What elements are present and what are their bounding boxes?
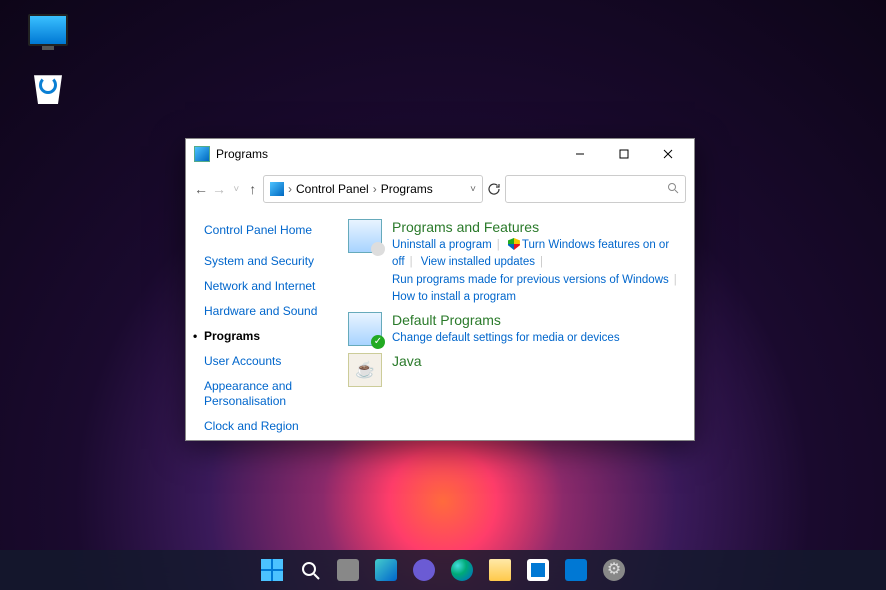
- link-compatibility[interactable]: Run programs made for previous versions …: [392, 274, 669, 286]
- refresh-button[interactable]: [487, 175, 501, 203]
- chevron-right-icon: ›: [288, 182, 292, 196]
- taskbar-store[interactable]: [520, 552, 556, 588]
- taskbar-explorer[interactable]: [482, 552, 518, 588]
- start-icon: [261, 559, 283, 581]
- titlebar: Programs: [186, 139, 694, 169]
- link-installed-updates[interactable]: View installed updates: [421, 256, 535, 268]
- up-button[interactable]: ↑: [247, 175, 260, 203]
- taskbar: [0, 550, 886, 590]
- sidebar-item-user-accounts[interactable]: User Accounts: [204, 354, 336, 369]
- shield-icon: [508, 238, 520, 250]
- search-icon: [667, 182, 679, 197]
- section-java: Java: [348, 353, 682, 387]
- taskbar-search[interactable]: [292, 552, 328, 588]
- sidebar-item-hardware-sound[interactable]: Hardware and Sound: [204, 304, 336, 319]
- breadcrumb[interactable]: Programs: [381, 182, 433, 196]
- section-heading[interactable]: Default Programs: [392, 312, 682, 328]
- control-panel-window: Programs ← → ˅ ↑ › Control Panel › Progr…: [185, 138, 695, 441]
- taskbar-widgets[interactable]: [368, 552, 404, 588]
- default-programs-icon: [348, 312, 382, 346]
- control-panel-icon: [270, 182, 284, 196]
- content-area: Programs and Features Uninstall a progra…: [336, 209, 694, 440]
- control-panel-icon: [194, 146, 210, 162]
- recycle-bin-icon: [28, 72, 68, 104]
- search-icon: [299, 559, 321, 581]
- sidebar-item-clock-region[interactable]: Clock and Region: [204, 419, 336, 434]
- edge-icon: [451, 559, 473, 581]
- section-links: Change default settings for media or dev…: [392, 330, 682, 347]
- section-programs-features: Programs and Features Uninstall a progra…: [348, 219, 682, 306]
- maximize-button[interactable]: [602, 139, 646, 169]
- section-links: Uninstall a program| Turn Windows featur…: [392, 237, 682, 306]
- close-button[interactable]: [646, 139, 690, 169]
- link-how-install[interactable]: How to install a program: [392, 291, 516, 303]
- desktop-icon-this-pc[interactable]: [18, 14, 78, 48]
- section-heading[interactable]: Java: [392, 353, 682, 369]
- desktop-icon-recycle-bin[interactable]: [18, 72, 78, 106]
- section-default-programs: Default Programs Change default settings…: [348, 312, 682, 347]
- folder-icon: [489, 559, 511, 581]
- breadcrumb[interactable]: Control Panel: [296, 182, 369, 196]
- toolbar: ← → ˅ ↑ › Control Panel › Programs ˅: [186, 169, 694, 209]
- java-icon: [348, 353, 382, 387]
- address-bar[interactable]: › Control Panel › Programs ˅: [263, 175, 483, 203]
- chat-icon: [413, 559, 435, 581]
- taskbar-start[interactable]: [254, 552, 290, 588]
- back-button[interactable]: ←: [194, 175, 208, 203]
- minimize-button[interactable]: [558, 139, 602, 169]
- link-uninstall-program[interactable]: Uninstall a program: [392, 239, 492, 251]
- taskbar-task-view[interactable]: [330, 552, 366, 588]
- taskbar-edge[interactable]: [444, 552, 480, 588]
- taskbar-chat[interactable]: [406, 552, 442, 588]
- window-title: Programs: [216, 147, 268, 161]
- forward-button[interactable]: →: [212, 175, 226, 203]
- taskbar-mail[interactable]: [558, 552, 594, 588]
- sidebar-home[interactable]: Control Panel Home: [204, 223, 336, 238]
- sidebar-item-programs[interactable]: Programs: [204, 329, 336, 344]
- programs-features-icon: [348, 219, 382, 253]
- store-icon: [527, 559, 549, 581]
- widgets-icon: [375, 559, 397, 581]
- link-change-defaults[interactable]: Change default settings for media or dev…: [392, 332, 620, 344]
- monitor-icon: [28, 14, 68, 46]
- sidebar-item-appearance[interactable]: Appearance and Personalisation: [204, 379, 336, 409]
- task-view-icon: [337, 559, 359, 581]
- gear-icon: [603, 559, 625, 581]
- search-input[interactable]: [512, 182, 667, 196]
- sidebar: Control Panel Home System and Security N…: [186, 209, 336, 440]
- mail-icon: [565, 559, 587, 581]
- sidebar-item-system-security[interactable]: System and Security: [204, 254, 336, 269]
- taskbar-settings[interactable]: [596, 552, 632, 588]
- chevron-down-icon[interactable]: ˅: [470, 184, 476, 195]
- sidebar-item-network-internet[interactable]: Network and Internet: [204, 279, 336, 294]
- search-box[interactable]: [505, 175, 686, 203]
- recent-button[interactable]: ˅: [230, 175, 243, 203]
- section-heading[interactable]: Programs and Features: [392, 219, 682, 235]
- chevron-right-icon: ›: [373, 182, 377, 196]
